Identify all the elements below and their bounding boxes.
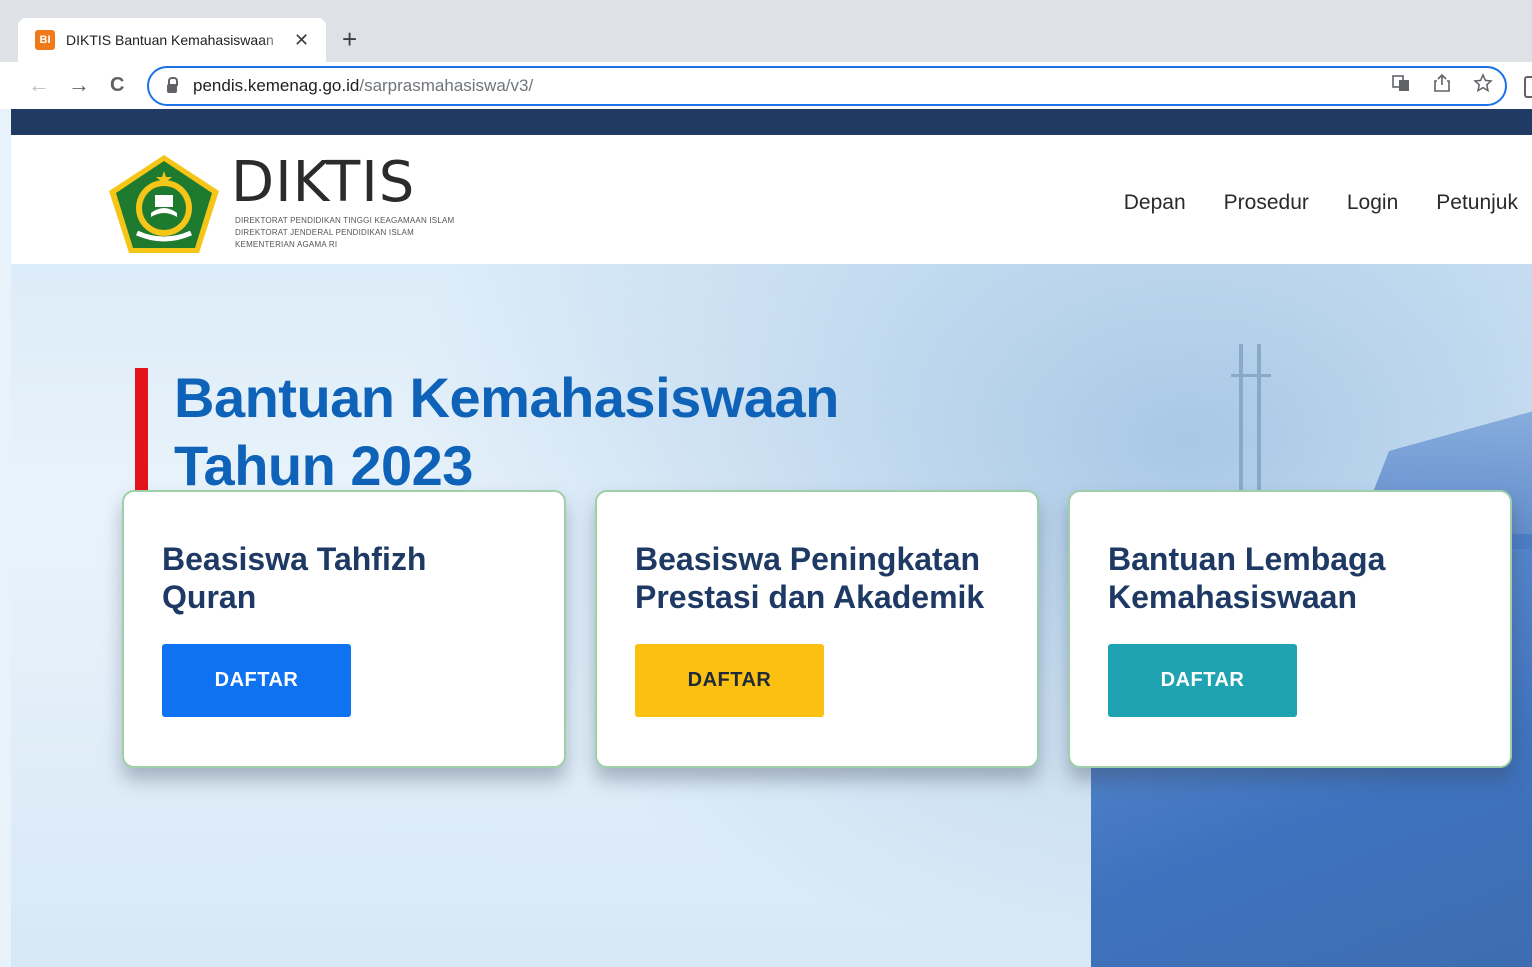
daftar-lembaga-button[interactable]: DAFTAR [1108, 644, 1297, 717]
url-text[interactable]: pendis.kemenag.go.id/sarprasmahasiswa/v3… [193, 76, 533, 96]
nav-login[interactable]: Login [1347, 191, 1398, 215]
site-logo-text[interactable]: DIKTIS [231, 153, 415, 213]
url-host: pendis.kemenag.go.id [193, 76, 360, 95]
lock-icon[interactable] [167, 76, 178, 93]
address-bar[interactable]: pendis.kemenag.go.id/sarprasmahasiswa/v3… [147, 66, 1507, 106]
web-page: DIKTIS DIREKTORAT PENDIDIKAN TINGGI KEAG… [11, 109, 1532, 967]
card-title-line: Beasiswa Peningkatan [635, 541, 981, 577]
close-icon[interactable]: ✕ [294, 30, 309, 51]
card-title: Beasiswa Tahfizh Quran [162, 540, 542, 616]
program-card: Beasiswa Tahfizh Quran DAFTAR [122, 490, 566, 768]
antenna-image [1239, 344, 1243, 514]
site-header: DIKTIS DIREKTORAT PENDIDIKAN TINGGI KEAG… [11, 135, 1532, 264]
card-title-line: Beasiswa Tahfizh [162, 541, 427, 577]
main-nav: Depan Prosedur Login Petunjuk [1124, 191, 1518, 215]
hero-title-line: Bantuan Kemahasiswaan [174, 366, 839, 429]
program-card: Beasiswa Peningkatan Prestasi dan Akadem… [595, 490, 1039, 768]
browser-tab[interactable]: BI DIKTIS Bantuan Kemahasiswaan ✕ [18, 18, 326, 62]
card-title-line: Kemahasiswaan [1108, 579, 1358, 615]
logo-subtitle: DIREKTORAT PENDIDIKAN TINGGI KEAGAMAAN I… [235, 215, 454, 251]
forward-arrow-icon[interactable]: → [68, 72, 90, 98]
url-path: /sarprasmahasiswa/v3/ [359, 76, 534, 95]
hero-accent-bar [135, 368, 148, 502]
daftar-prestasi-button[interactable]: DAFTAR [635, 644, 824, 717]
logo-subtitle-line: KEMENTERIAN AGAMA RI [235, 240, 338, 249]
logo-subtitle-line: DIREKTORAT JENDERAL PENDIDIKAN ISLAM [235, 228, 414, 237]
back-arrow-icon[interactable]: ← [28, 72, 50, 98]
hero-title: Bantuan Kemahasiswaan Tahun 2023 [174, 364, 839, 500]
browser-tab-strip: BI DIKTIS Bantuan Kemahasiswaan ✕ + [0, 0, 1532, 62]
side-panel-icon[interactable] [1524, 76, 1532, 98]
card-title-line: Prestasi dan Akademik [635, 579, 985, 615]
new-tab-button[interactable]: + [342, 26, 357, 52]
card-title: Beasiswa Peningkatan Prestasi dan Akadem… [635, 540, 1015, 616]
nav-depan[interactable]: Depan [1124, 191, 1186, 215]
site-favicon-icon: BI [35, 30, 55, 50]
star-icon[interactable] [1473, 73, 1493, 93]
translate-icon[interactable] [1391, 73, 1411, 93]
top-color-bar [11, 109, 1532, 135]
antenna-image [1231, 374, 1271, 377]
tab-title: DIKTIS Bantuan Kemahasiswaan [66, 32, 274, 48]
antenna-image [1257, 344, 1261, 514]
nav-petunjuk[interactable]: Petunjuk [1436, 191, 1518, 215]
hero-title-line: Tahun 2023 [174, 434, 473, 497]
kemenag-emblem-icon[interactable] [107, 153, 221, 257]
card-title: Bantuan Lembaga Kemahasiswaan [1108, 540, 1488, 616]
reload-icon[interactable]: C [110, 72, 124, 98]
logo-subtitle-line: DIREKTORAT PENDIDIKAN TINGGI KEAGAMAAN I… [235, 216, 455, 225]
share-icon[interactable] [1433, 73, 1451, 93]
browser-toolbar: ← → C pendis.kemenag.go.id/sarprasmahasi… [0, 62, 1532, 109]
card-title-line: Quran [162, 579, 257, 615]
card-title-line: Bantuan Lembaga [1108, 541, 1386, 577]
nav-prosedur[interactable]: Prosedur [1224, 191, 1309, 215]
program-card: Bantuan Lembaga Kemahasiswaan DAFTAR [1068, 490, 1512, 768]
daftar-tahfizh-button[interactable]: DAFTAR [162, 644, 351, 717]
